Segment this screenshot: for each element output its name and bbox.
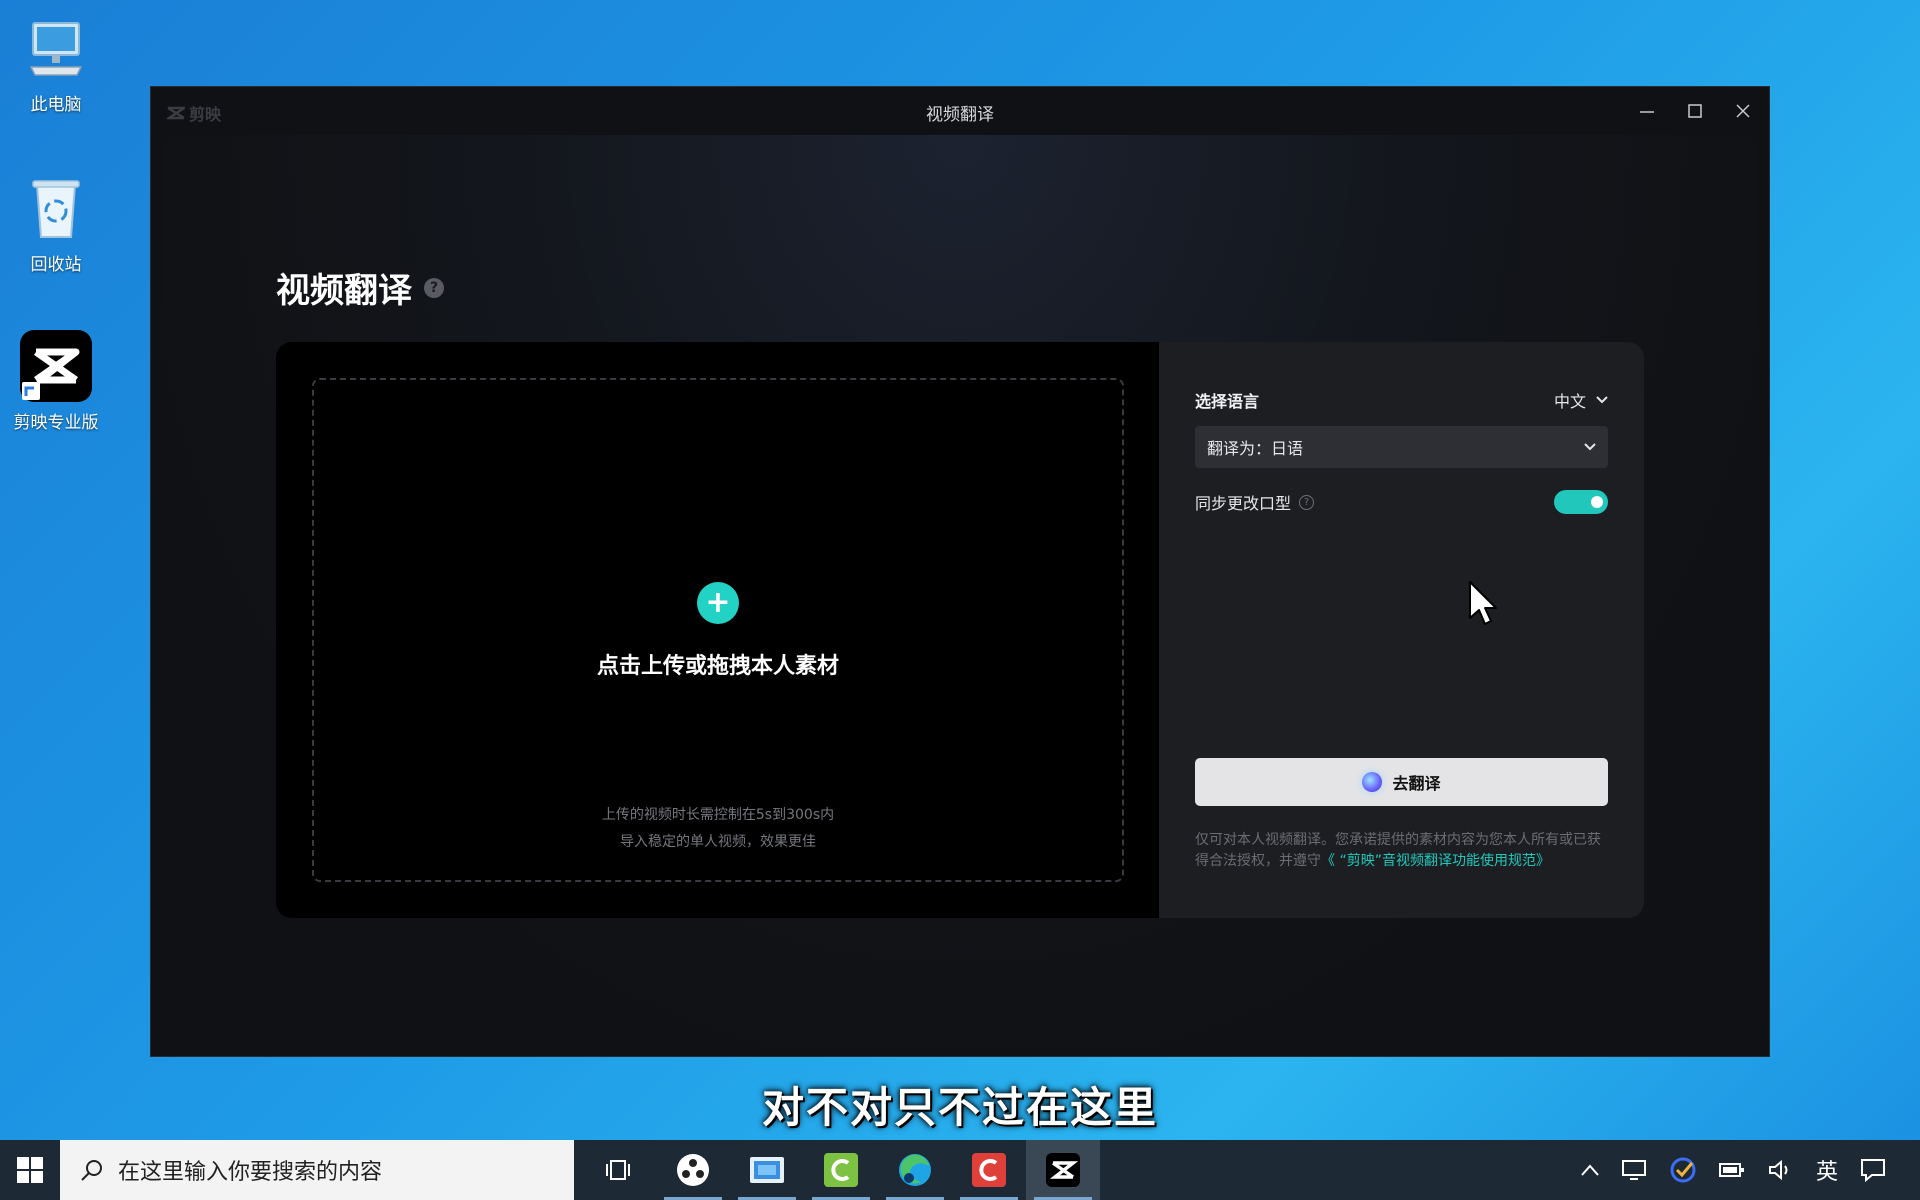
- language-row: 选择语言 中文: [1195, 388, 1608, 412]
- taskbar-app-explorer[interactable]: [730, 1140, 804, 1200]
- ime-indicator[interactable]: 英: [1816, 1154, 1838, 1186]
- camtasia-icon: [824, 1153, 858, 1187]
- desktop-icon-recycle-bin[interactable]: 回收站: [8, 172, 104, 275]
- task-view-button[interactable]: [582, 1140, 656, 1200]
- close-button[interactable]: [1721, 95, 1765, 127]
- target-language-value: 翻译为：日语: [1207, 439, 1304, 458]
- lip-sync-toggle[interactable]: [1554, 490, 1608, 514]
- capcut-icon: [20, 330, 92, 402]
- disclaimer: 仅可对本人视频翻译。您承诺提供的素材内容为您本人所有或已获得合法授权，并遵守《 …: [1195, 830, 1608, 872]
- capcut-icon: [1046, 1153, 1080, 1187]
- lip-sync-label-wrap: 同步更改口型 ?: [1195, 490, 1315, 514]
- taskbar-app-davinci[interactable]: [656, 1140, 730, 1200]
- lip-sync-row: 同步更改口型 ?: [1195, 490, 1608, 514]
- usage-policy-link[interactable]: 《 “剪映”音视频翻译功能使用规范》: [1321, 853, 1550, 869]
- translate-button-label: 去翻译: [1392, 774, 1441, 793]
- task-view-icon: [606, 1160, 630, 1180]
- question-icon[interactable]: ?: [1299, 494, 1315, 510]
- network-icon[interactable]: [1621, 1159, 1648, 1181]
- source-language-select[interactable]: 中文: [1554, 388, 1608, 412]
- source-language-value: 中文: [1553, 392, 1586, 411]
- taskbar-search[interactable]: 在这里输入你要搜索的内容: [60, 1140, 574, 1200]
- language-label: 选择语言: [1195, 392, 1260, 411]
- edge-browser-icon: [899, 1154, 931, 1186]
- camtasia-recorder-icon: [972, 1153, 1006, 1187]
- video-subtitle: 对不对只不过在这里: [761, 1083, 1158, 1132]
- toggle-knob: [1591, 496, 1603, 508]
- ai-orb-icon: [1362, 772, 1383, 792]
- taskbar-app-edge[interactable]: [878, 1140, 952, 1200]
- settings-pane: 选择语言 中文 翻译为：日语 同步更改口型 ? 去翻译 仅可对本人视频翻译。您承…: [1159, 342, 1644, 918]
- add-icon[interactable]: +: [697, 582, 739, 624]
- windows-logo-icon: [17, 1157, 43, 1183]
- upload-prompt[interactable]: 点击上传或拖拽本人素材: [314, 648, 1122, 680]
- translate-button[interactable]: 去翻译: [1195, 758, 1608, 806]
- desktop-icon-this-pc[interactable]: 此电脑: [8, 12, 104, 115]
- content-area: 视频翻译 ? + 点击上传或拖拽本人素材 上传的视频时长需控制在5s到300s内…: [162, 135, 1758, 1047]
- page-title: 视频翻译 ?: [276, 263, 444, 312]
- upload-hint-duration: 上传的视频时长需控制在5s到300s内: [601, 807, 835, 823]
- target-language-select[interactable]: 翻译为：日语: [1195, 426, 1608, 468]
- minimize-button[interactable]: [1625, 95, 1669, 127]
- davinci-resolve-icon: [677, 1154, 709, 1186]
- notification-icon[interactable]: [1860, 1158, 1886, 1182]
- upload-pane: + 点击上传或拖拽本人素材 上传的视频时长需控制在5s到300s内 导入稳定的单…: [276, 342, 1159, 918]
- battery-icon[interactable]: [1718, 1160, 1746, 1180]
- chevron-down-icon: [1584, 443, 1596, 451]
- chevron-up-icon[interactable]: [1580, 1163, 1600, 1177]
- translate-card: + 点击上传或拖拽本人素材 上传的视频时长需控制在5s到300s内 导入稳定的单…: [276, 342, 1644, 918]
- minimize-icon: [1640, 111, 1654, 113]
- lip-sync-label: 同步更改口型: [1195, 494, 1292, 513]
- maximize-icon: [1688, 104, 1702, 118]
- desktop-icon-label: 此电脑: [30, 95, 82, 115]
- taskbar-app-camtasia-red[interactable]: [952, 1140, 1026, 1200]
- desktop-icon-label: 剪映专业版: [13, 413, 99, 433]
- mouse-cursor-icon: [1469, 581, 1497, 625]
- search-placeholder: 在这里输入你要搜索的内容: [118, 1160, 383, 1185]
- taskbar-app-camtasia[interactable]: [804, 1140, 878, 1200]
- upload-dropzone[interactable]: + 点击上传或拖拽本人素材 上传的视频时长需控制在5s到300s内 导入稳定的单…: [312, 378, 1124, 882]
- desktop-icon-label: 回收站: [30, 255, 82, 275]
- computer-icon: [20, 12, 92, 84]
- recycle-bin-icon: [20, 172, 92, 244]
- taskbar: 在这里输入你要搜索的内容 英: [0, 1140, 1920, 1200]
- window-titlebar[interactable]: 剪映 视频翻译: [151, 87, 1769, 135]
- window-title: 视频翻译: [926, 105, 994, 125]
- taskbar-app-capcut[interactable]: [1026, 1140, 1100, 1200]
- desktop-icon-capcut[interactable]: 剪映专业版: [8, 330, 104, 433]
- chevron-down-icon: [1596, 396, 1608, 404]
- start-button[interactable]: [0, 1140, 60, 1200]
- maximize-button[interactable]: [1673, 95, 1717, 127]
- search-icon: [81, 1160, 102, 1181]
- close-icon: [1736, 104, 1750, 118]
- help-icon[interactable]: ?: [424, 277, 444, 298]
- app-window: 剪映 视频翻译 视频翻译 ? + 点击上传或拖拽本人素材 上传的视频时长需控制在…: [150, 86, 1770, 1057]
- volume-icon[interactable]: [1768, 1159, 1794, 1181]
- folder-icon: [750, 1157, 784, 1183]
- task-check-icon[interactable]: [1670, 1157, 1696, 1183]
- upload-hint-quality: 导入稳定的单人视频，效果更佳: [620, 834, 816, 850]
- system-tray: 英: [1580, 1140, 1920, 1200]
- page-title-text: 视频翻译: [276, 271, 412, 311]
